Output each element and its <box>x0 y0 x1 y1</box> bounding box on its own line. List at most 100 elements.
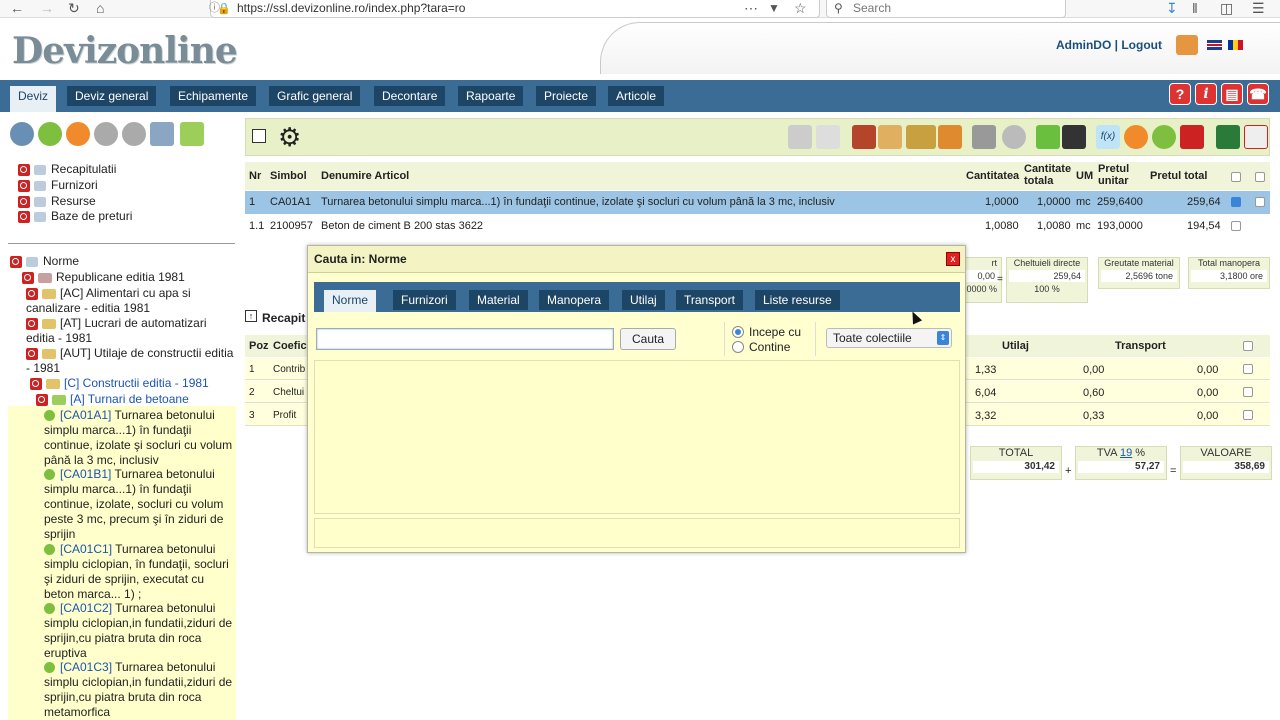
cancel-icon[interactable] <box>1124 125 1148 149</box>
table-row[interactable]: 1.1 2100957 Beton de ciment B 200 stas 3… <box>245 215 1270 237</box>
sidebar-item-resurse[interactable]: Resurse <box>18 194 96 208</box>
tree-node-a[interactable]: [A] Turnari de betoane <box>36 392 189 407</box>
export-arrow-icon[interactable] <box>1036 125 1060 149</box>
forward-icon[interactable]: → <box>40 0 54 16</box>
tab-deviz[interactable]: Deviz <box>10 86 57 112</box>
row-checkbox-checked[interactable] <box>1231 197 1241 207</box>
list-item[interactable]: [CA01C2] Turnarea betonului simplu ciclo… <box>44 601 234 661</box>
add-icon[interactable] <box>1152 125 1176 149</box>
tree-node-aut[interactable]: [AUT] Utilaje de constructii editia - 19… <box>26 346 236 376</box>
notes-icon[interactable] <box>816 125 840 149</box>
search-icon[interactable] <box>22 271 34 284</box>
article-code[interactable]: [CA01B1] <box>60 467 111 481</box>
url-bar[interactable]: ⓘ 🔒 https://ssl.devizonline.ro/index.php… <box>209 0 820 18</box>
brick-icon[interactable] <box>852 125 876 149</box>
search-input[interactable] <box>316 328 614 350</box>
radio-contains[interactable] <box>732 341 744 353</box>
search-icon[interactable] <box>1180 125 1204 149</box>
row-checkbox[interactable] <box>1243 410 1253 420</box>
sidebar-item-baze-de-preturi[interactable]: Baze de preturi <box>18 209 132 223</box>
tab-decontare[interactable]: Decontare <box>374 86 446 106</box>
library-icon[interactable]: ‖ <box>1192 0 1198 16</box>
logout-door-icon[interactable] <box>1176 35 1198 55</box>
select-all-checkbox[interactable] <box>1243 341 1253 351</box>
move-down-icon[interactable] <box>122 122 146 146</box>
search-icon[interactable] <box>30 377 42 390</box>
logout-link[interactable]: Logout <box>1121 38 1162 52</box>
flag-ro-icon[interactable] <box>1228 40 1243 50</box>
collection-select[interactable]: Toate colectiile ⇕ <box>826 328 952 348</box>
worker-icon[interactable] <box>878 125 902 149</box>
browser-search-input[interactable]: ⚲ Search <box>826 0 1066 18</box>
article-code[interactable]: [CA01A1] <box>60 408 111 422</box>
tab-material[interactable]: Material <box>469 290 528 310</box>
tab-articole[interactable]: Articole <box>608 86 665 106</box>
download-icon[interactable]: ↧ <box>1166 0 1178 16</box>
page-actions-icon[interactable]: ⋯ <box>744 0 758 16</box>
tab-transport[interactable]: Transport <box>676 290 743 310</box>
tree-node-c[interactable]: [C] Constructii editia - 1981 <box>30 376 209 391</box>
tab-echipamente[interactable]: Echipamente <box>170 86 257 106</box>
excavator-icon[interactable] <box>906 125 936 149</box>
menu-icon[interactable]: ☰ <box>1252 0 1265 16</box>
list-item[interactable]: [CA01C3] Turnarea betonului simplu ciclo… <box>44 660 234 720</box>
tree-node-norme[interactable]: Norme <box>10 254 79 269</box>
list-item[interactable]: [CA01B1] Turnarea betonului simplu marca… <box>44 467 234 542</box>
tab-deviz-general[interactable]: Deviz general <box>67 86 157 106</box>
article-code[interactable]: [CA01C3] <box>60 660 112 674</box>
info-icon[interactable]: i <box>1195 83 1217 105</box>
phone-icon[interactable]: ☎ <box>1247 83 1269 105</box>
tab-proiecte[interactable]: Proiecte <box>536 86 597 106</box>
select-all-checkbox-2[interactable] <box>1255 172 1265 182</box>
search-icon[interactable] <box>18 210 30 223</box>
search-icon[interactable] <box>10 255 22 268</box>
sidebar-item-recapitulatii[interactable]: Recapitulatii <box>18 162 116 176</box>
row-checkbox[interactable] <box>1255 197 1265 207</box>
recycle-icon[interactable] <box>180 122 204 146</box>
article-code[interactable]: [CA01C2] <box>60 601 112 615</box>
tab-norme[interactable]: Norme <box>324 290 377 312</box>
search-icon[interactable] <box>26 317 38 330</box>
search-button[interactable]: Cauta <box>620 328 676 350</box>
edit-pencil-icon[interactable] <box>10 122 34 146</box>
print-icon[interactable] <box>150 122 174 146</box>
reload-icon[interactable]: ↻ <box>68 0 80 16</box>
function-icon[interactable]: f(x) <box>1096 125 1120 149</box>
search-icon[interactable] <box>18 195 30 208</box>
tab-utilaj[interactable]: Utilaj <box>622 290 665 310</box>
delete-icon[interactable] <box>66 122 90 146</box>
truck-icon[interactable] <box>938 125 962 149</box>
collapse-icon[interactable] <box>252 129 266 143</box>
article-code[interactable]: [CA01C1] <box>60 542 112 556</box>
close-icon[interactable]: x <box>946 252 960 266</box>
up-arrow-icon[interactable]: ↑ <box>245 310 257 322</box>
table-row[interactable]: 1 CA01A1 Turnarea betonului simplu marca… <box>245 191 1270 214</box>
move-up-icon[interactable] <box>94 122 118 146</box>
pdf-icon[interactable] <box>1244 125 1268 149</box>
list-item[interactable]: [CA01C1] Turnarea betonului simplu ciclo… <box>44 542 234 602</box>
add-icon[interactable] <box>44 410 55 422</box>
add-icon[interactable] <box>44 662 55 674</box>
settings-gear-icon[interactable]: ⚙ <box>278 124 302 150</box>
add-icon[interactable] <box>44 469 55 481</box>
add-icon[interactable] <box>38 122 62 146</box>
search-icon[interactable] <box>36 393 48 406</box>
save-icon[interactable] <box>1002 125 1026 149</box>
list-item[interactable]: [CA01A1] Turnarea betonului simplu marca… <box>44 408 234 468</box>
bookmark-star-icon[interactable]: ☆ <box>794 0 807 16</box>
add-icon[interactable] <box>44 603 55 615</box>
home-icon[interactable]: ⌂ <box>96 0 104 16</box>
tab-grafic-general[interactable]: Grafic general <box>269 86 361 106</box>
back-icon[interactable]: ← <box>10 0 24 16</box>
radio-starts-with[interactable] <box>732 326 744 338</box>
row-checkbox[interactable] <box>1231 221 1241 231</box>
calculator-icon[interactable] <box>1062 125 1086 149</box>
add-icon[interactable] <box>44 544 55 556</box>
pocket-icon[interactable]: ▼ <box>768 0 780 16</box>
sidebar-item-furnizori[interactable]: Furnizori <box>18 178 98 192</box>
search-icon[interactable] <box>18 179 30 192</box>
tab-liste-resurse[interactable]: Liste resurse <box>755 290 840 310</box>
document-icon[interactable] <box>788 125 812 149</box>
tab-manopera[interactable]: Manopera <box>539 290 610 310</box>
search-icon[interactable] <box>26 287 38 300</box>
